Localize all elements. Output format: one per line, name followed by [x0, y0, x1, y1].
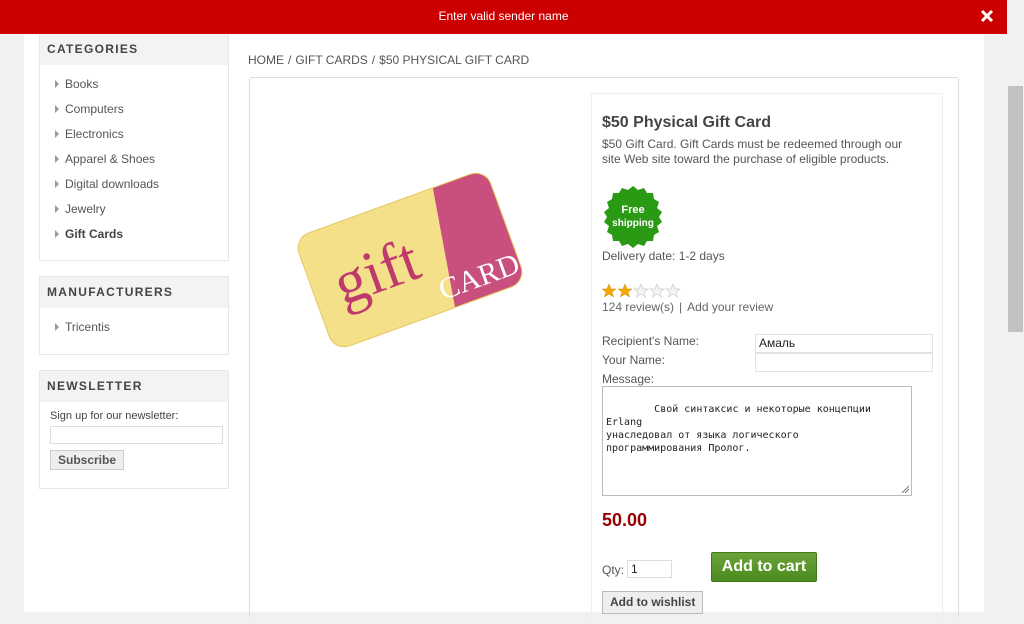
- category-electronics[interactable]: Electronics: [55, 125, 228, 150]
- manufacturers-title: MANUFACTURERS: [40, 277, 228, 308]
- sender-name-input[interactable]: [755, 353, 933, 372]
- free-shipping-line2: shipping: [612, 218, 654, 229]
- category-apparel-shoes[interactable]: Apparel & Shoes: [55, 150, 228, 175]
- message-text: Свой синтаксис и некоторые концепции Erl…: [606, 404, 871, 454]
- newsletter-title: NEWSLETTER: [40, 371, 228, 402]
- page-content: CATEGORIES Books Computers Electronics A…: [24, 0, 984, 624]
- category-list: Books Computers Electronics Apparel & Sh…: [40, 65, 228, 260]
- newsletter-block: NEWSLETTER Sign up for our newsletter: S…: [39, 370, 229, 489]
- recipient-name-label: Recipient's Name:: [602, 334, 699, 348]
- sender-name-label: Your Name:: [602, 353, 665, 367]
- page-scrollbar[interactable]: [1007, 34, 1024, 612]
- star-icon: [617, 284, 633, 298]
- newsletter-email-input[interactable]: [50, 426, 223, 444]
- caret-right-icon: [55, 130, 59, 138]
- star-empty-icon: [648, 284, 666, 298]
- star-empty-icon: [632, 284, 650, 298]
- scrollbar-thumb[interactable]: [1008, 86, 1023, 332]
- star-empty-icon: [664, 284, 682, 298]
- breadcrumb-gift-cards[interactable]: GIFT CARDS: [295, 53, 367, 67]
- category-digital-downloads[interactable]: Digital downloads: [55, 175, 228, 200]
- product-short-description: $50 Gift Card. Gift Cards must be redeem…: [602, 137, 903, 166]
- breadcrumb-home[interactable]: HOME: [248, 53, 284, 67]
- manufacturers-block: MANUFACTURERS Tricentis: [39, 276, 229, 355]
- category-jewelry[interactable]: Jewelry: [55, 200, 228, 225]
- resize-grip-icon[interactable]: [901, 485, 909, 493]
- product-reviews: 124 review(s) | Add your review: [602, 300, 773, 314]
- categories-block: CATEGORIES Books Computers Electronics A…: [39, 33, 229, 261]
- breadcrumb-separator: /: [371, 53, 376, 67]
- categories-title: CATEGORIES: [40, 34, 228, 65]
- newsletter-label: Sign up for our newsletter:: [50, 410, 179, 422]
- category-gift-cards[interactable]: Gift Cards: [55, 225, 228, 250]
- delivery-date: Delivery date: 1-2 days: [602, 249, 725, 263]
- subscribe-button[interactable]: Subscribe: [50, 450, 125, 470]
- caret-right-icon: [55, 180, 59, 188]
- recipient-name-input[interactable]: Амаль: [755, 334, 933, 353]
- quantity-input[interactable]: 1: [627, 560, 672, 578]
- reviews-link[interactable]: 124 review(s): [602, 300, 674, 314]
- caret-right-icon: [55, 105, 59, 113]
- add-to-cart-button[interactable]: Add to cart: [711, 552, 817, 582]
- close-icon[interactable]: [979, 8, 995, 24]
- reviews-separator: |: [679, 300, 683, 314]
- quantity-label: Qty:: [602, 563, 625, 577]
- caret-right-icon: [55, 80, 59, 88]
- notification-bar: Enter valid sender name: [0, 0, 1007, 34]
- manufacturer-list: Tricentis: [40, 308, 228, 353]
- caret-right-icon: [55, 205, 59, 213]
- breadcrumb: HOME / GIFT CARDS / $50 PHYSICAL GIFT CARD: [248, 53, 529, 67]
- message-textarea[interactable]: Свой синтаксис и некоторые концепции Erl…: [602, 386, 912, 496]
- manufacturer-tricentis[interactable]: Tricentis: [55, 318, 228, 343]
- product-overview: $50 Physical Gift Card $50 Gift Card. Gi…: [591, 93, 943, 624]
- product-price: 50.00: [602, 510, 648, 530]
- product-name: $50 Physical Gift Card: [602, 114, 771, 131]
- free-shipping-badge: Free shipping: [604, 186, 662, 248]
- message-label: Message:: [602, 372, 655, 386]
- category-books[interactable]: Books: [55, 75, 228, 100]
- caret-right-icon: [55, 323, 59, 331]
- caret-right-icon: [55, 230, 59, 238]
- add-to-wishlist-button[interactable]: Add to wishlist: [602, 591, 704, 614]
- add-review-link[interactable]: Add your review: [687, 300, 773, 314]
- star-icon: [602, 284, 617, 298]
- caret-right-icon: [55, 155, 59, 163]
- product-details: gift CARD $50 Physical Gift Card $50 Gif…: [249, 77, 959, 624]
- rating-stars: [602, 284, 682, 298]
- category-computers[interactable]: Computers: [55, 100, 228, 125]
- free-shipping-line1: Free: [621, 204, 644, 216]
- notification-text: Enter valid sender name: [438, 9, 569, 23]
- breadcrumb-current: $50 PHYSICAL GIFT CARD: [379, 53, 530, 67]
- gift-card-image: gift CARD: [293, 168, 527, 350]
- breadcrumb-separator: /: [288, 53, 292, 67]
